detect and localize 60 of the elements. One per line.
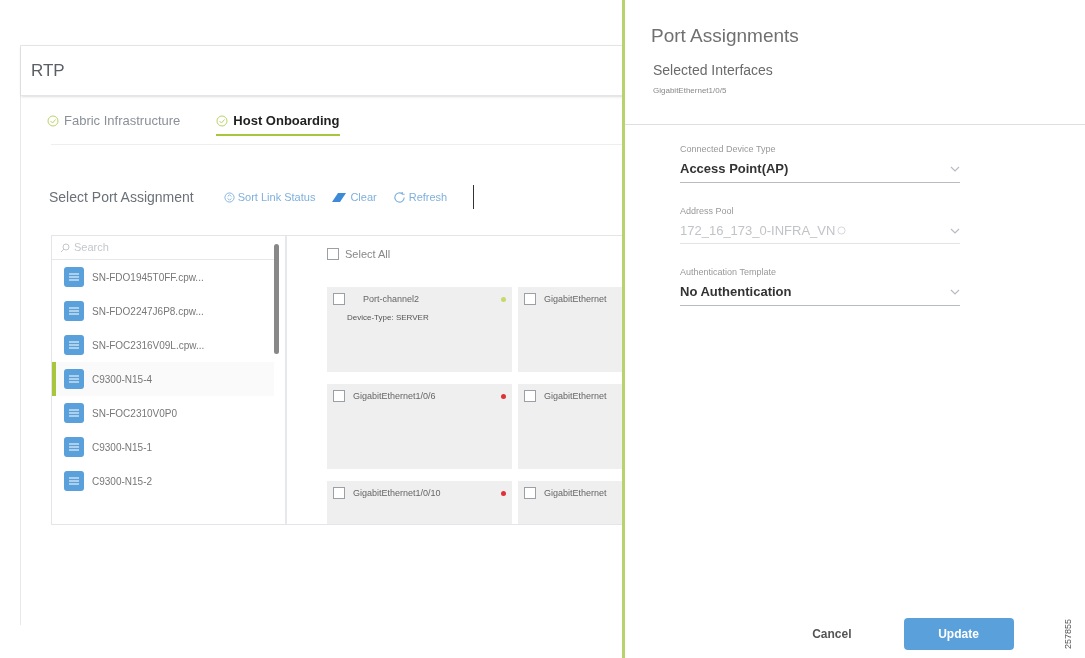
search-icon (60, 242, 70, 253)
switch-icon (64, 437, 84, 457)
device-list-item[interactable]: SN-FDO1945T0FF.cpw... (52, 260, 274, 294)
switch-icon (64, 301, 84, 321)
checkbox[interactable] (333, 293, 345, 306)
checkbox[interactable] (333, 390, 345, 403)
port-card[interactable]: GigabitEthernet1/0/10 (327, 480, 512, 524)
device-list-item[interactable]: C9300-N15-2 (52, 464, 274, 498)
device-list-item[interactable]: SN-FOC2310V0P0 (52, 396, 274, 430)
port-card[interactable]: GigabitEthernet (518, 480, 622, 524)
switch-icon (64, 471, 84, 491)
figure-number: 257855 (1061, 618, 1074, 649)
tab[interactable]: Fabric Infrastructure (47, 108, 181, 136)
port-name: GigabitEthernet (544, 486, 607, 500)
port-card[interactable]: GigabitEthernet (518, 383, 622, 469)
chevron-down-icon (950, 227, 960, 234)
tab[interactable]: Host Onboarding (216, 108, 340, 136)
sort-icon (223, 191, 235, 203)
check-circle-icon (47, 115, 59, 127)
select-all-checkbox[interactable]: Select All (327, 246, 417, 263)
device-list-item[interactable]: SN-FOC2316V09L.cpw... (52, 328, 274, 362)
update-button[interactable]: Update (903, 618, 1014, 650)
port-name: Port-channel2 (363, 292, 420, 306)
port-name: GigabitEthernet (544, 292, 607, 306)
switch-icon (64, 403, 84, 423)
field-label: Authentication Template (680, 266, 776, 279)
drawer-title: Port Assignments (651, 25, 799, 46)
chevron-down-icon (950, 289, 960, 295)
eraser-icon (331, 191, 348, 203)
search-field[interactable]: Search (74, 239, 224, 256)
device-list-item[interactable]: C9300-N15-4 (52, 362, 274, 396)
port-card[interactable]: GigabitEthernet1/0/6 (327, 383, 512, 469)
checkbox[interactable] (333, 487, 345, 500)
port-name: GigabitEthernet (544, 389, 607, 403)
port-name: GigabitEthernet1/0/10 (353, 486, 441, 500)
port-card[interactable]: GigabitEthernet (518, 286, 622, 372)
device-list-item[interactable]: C9300-N15-1 (52, 430, 274, 464)
section-title: Select Port Assignment (49, 187, 194, 207)
switch-icon (64, 267, 84, 287)
dropdown-field[interactable]: Access Point(AP) (680, 160, 960, 183)
port-detail: Device-Type: SERVER (347, 312, 430, 324)
switch-icon (64, 369, 84, 389)
cancel-button[interactable]: Cancel (808, 618, 856, 650)
selected-interface: GigabitEthernet1/0/5 (653, 85, 727, 97)
device-list-item[interactable]: SN-FDO2247J6P8.cpw... (52, 294, 274, 328)
switch-icon (64, 335, 84, 355)
port-card[interactable]: Port-channel2 Device-Type: SERVER (327, 286, 512, 372)
dropdown-field[interactable]: No Authentication (680, 283, 960, 306)
checkbox[interactable] (524, 293, 536, 306)
field-label: Connected Device Type (680, 143, 776, 156)
port-name: GigabitEthernet1/0/6 (353, 389, 436, 403)
check-circle-icon (216, 115, 229, 127)
refresh-icon (392, 190, 406, 204)
chevron-down-icon (950, 166, 960, 172)
checkbox[interactable] (524, 487, 536, 500)
selected-interfaces-label: Selected Interfaces (653, 61, 773, 80)
field-label: Address Pool (680, 204, 734, 218)
checkbox[interactable] (524, 390, 536, 403)
checkbox[interactable] (327, 248, 339, 261)
page-title: RTP (31, 59, 65, 82)
